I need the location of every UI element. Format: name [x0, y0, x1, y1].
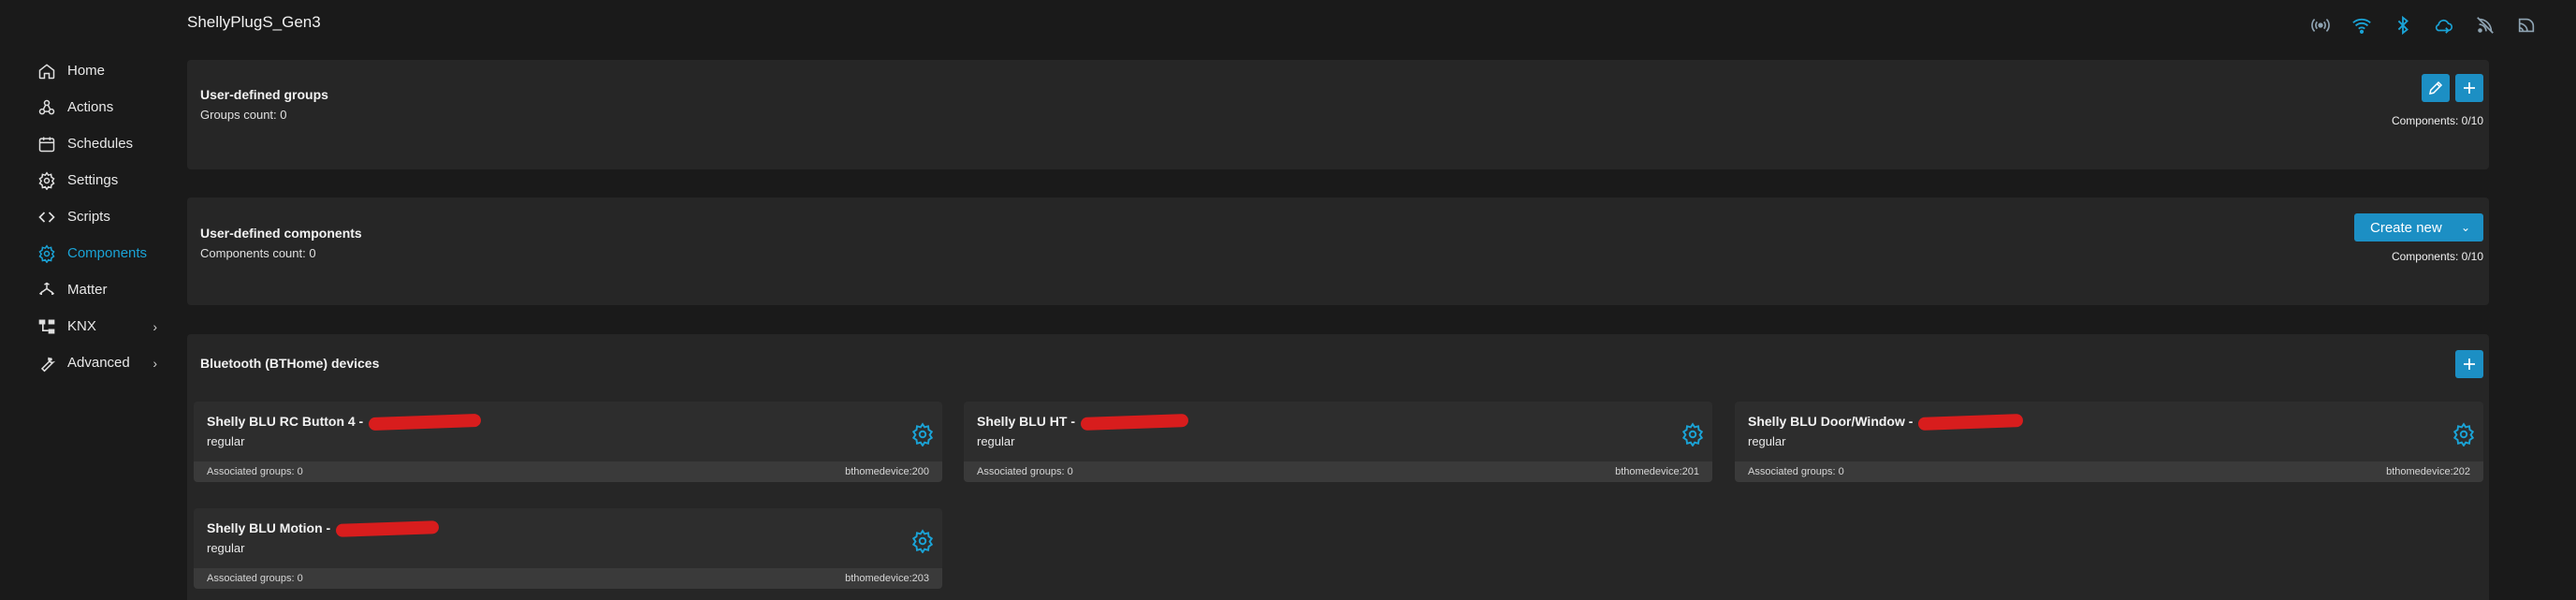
- app-title: ShellyPlugS_Gen3: [187, 13, 321, 31]
- pencil-icon: [2429, 80, 2443, 95]
- plus-icon: [2464, 359, 2475, 370]
- device-card[interactable]: Shelly BLU Door/Window - regular Associa…: [1735, 402, 2483, 482]
- broadcast-icon[interactable]: [2308, 13, 2333, 37]
- chevron-right-icon[interactable]: ›: [153, 319, 157, 334]
- sidebar-item-scripts[interactable]: Scripts: [36, 198, 157, 235]
- gear-icon[interactable]: [910, 529, 935, 553]
- gear-icon[interactable]: [1681, 422, 1705, 446]
- sidebar-item-label: Matter: [67, 282, 108, 298]
- redaction-mark: [336, 520, 440, 538]
- components-icon: [36, 242, 58, 265]
- device-title: Shelly BLU RC Button 4 -: [207, 414, 482, 432]
- device-card[interactable]: Shelly BLU HT - regular Associated group…: [964, 402, 1712, 482]
- sidebar-item-label: Schedules: [67, 136, 134, 152]
- sidebar-item-advanced[interactable]: Advanced ›: [36, 344, 157, 381]
- groups-count: Groups count: 0: [200, 108, 287, 122]
- bluetooth-icon[interactable]: [2391, 13, 2415, 37]
- gear-icon[interactable]: [2452, 422, 2476, 446]
- add-group-button[interactable]: [2455, 74, 2483, 102]
- calendar-icon: [36, 133, 58, 155]
- device-card[interactable]: Shelly BLU Motion - regular Associated g…: [194, 508, 942, 589]
- sidebar-item-schedules[interactable]: Schedules: [36, 125, 157, 162]
- sidebar-item-label: Components: [67, 245, 148, 261]
- device-title: Shelly BLU Door/Window -: [1748, 414, 2024, 432]
- gear-icon: [36, 169, 58, 192]
- sidebar-item-settings[interactable]: Settings: [36, 162, 157, 198]
- create-new-label: Create new: [2370, 219, 2442, 236]
- device-footer: Associated groups: 0 bthomedevice:201: [964, 461, 1712, 482]
- plus-icon: [2464, 82, 2475, 94]
- sidebar-item-label: Settings: [67, 172, 119, 188]
- sidebar-item-matter[interactable]: Matter: [36, 271, 157, 308]
- wrench-icon: [36, 352, 58, 374]
- sidebar-item-label: Actions: [67, 99, 114, 115]
- device-footer: Associated groups: 0 bthomedevice:203: [194, 568, 942, 589]
- associated-groups: Associated groups: 0: [207, 573, 303, 584]
- groups-panel: User-defined groups Groups count: 0 Comp…: [187, 60, 2489, 169]
- device-title: Shelly BLU HT -: [977, 414, 1189, 432]
- wifi-icon[interactable]: [2350, 13, 2374, 37]
- sidebar-item-label: Advanced: [67, 355, 130, 371]
- sidebar-item-label: Home: [67, 63, 106, 79]
- device-id: bthomedevice:203: [845, 573, 929, 584]
- device-type: regular: [207, 541, 245, 555]
- actions-icon: [36, 96, 58, 119]
- groups-components-count: Components: 0/10: [2391, 114, 2483, 127]
- chevron-right-icon[interactable]: ›: [153, 356, 157, 371]
- knx-icon: [36, 315, 58, 338]
- groups-title: User-defined groups: [200, 87, 328, 102]
- sidebar: Home Actions Schedules Settings Scripts …: [36, 52, 157, 381]
- cloud-icon[interactable]: [2432, 13, 2456, 37]
- home-icon: [36, 60, 58, 82]
- redaction-mark: [369, 414, 482, 432]
- components-count: Components count: 0: [200, 246, 316, 260]
- gear-icon[interactable]: [910, 422, 935, 446]
- device-title: Shelly BLU Motion -: [207, 520, 440, 538]
- edit-groups-button[interactable]: [2422, 74, 2450, 102]
- device-type: regular: [1748, 434, 1786, 448]
- sidebar-item-components[interactable]: Components: [36, 235, 157, 271]
- device-card[interactable]: Shelly BLU RC Button 4 - regular Associa…: [194, 402, 942, 482]
- components-title: User-defined components: [200, 226, 362, 241]
- status-bar: [2308, 13, 2539, 37]
- sidebar-item-label: KNX: [67, 318, 96, 334]
- device-type: regular: [207, 434, 245, 448]
- associated-groups: Associated groups: 0: [207, 466, 303, 477]
- mqtt-icon[interactable]: [2514, 13, 2539, 37]
- associated-groups: Associated groups: 0: [1748, 466, 1844, 477]
- rss-icon[interactable]: [2473, 13, 2497, 37]
- device-id: bthomedevice:201: [1615, 466, 1699, 477]
- device-id: bthomedevice:200: [845, 466, 929, 477]
- bthome-title: Bluetooth (BTHome) devices: [200, 356, 380, 371]
- associated-groups: Associated groups: 0: [977, 466, 1073, 477]
- components-components-count: Components: 0/10: [2391, 250, 2483, 263]
- matter-icon: [36, 279, 58, 301]
- sidebar-item-knx[interactable]: KNX ›: [36, 308, 157, 344]
- device-id: bthomedevice:202: [2386, 466, 2470, 477]
- sidebar-item-actions[interactable]: Actions: [36, 89, 157, 125]
- create-new-button[interactable]: Create new ⌄: [2354, 213, 2483, 241]
- device-footer: Associated groups: 0 bthomedevice:200: [194, 461, 942, 482]
- redaction-mark: [1080, 414, 1189, 432]
- device-type: regular: [977, 434, 1015, 448]
- components-panel: User-defined components Components count…: [187, 198, 2489, 305]
- sidebar-item-home[interactable]: Home: [36, 52, 157, 89]
- code-icon: [36, 206, 58, 228]
- redaction-mark: [1918, 414, 2024, 432]
- device-footer: Associated groups: 0 bthomedevice:202: [1735, 461, 2483, 482]
- add-device-button[interactable]: [2455, 350, 2483, 378]
- chevron-down-icon: ⌄: [2460, 221, 2470, 234]
- sidebar-item-label: Scripts: [67, 209, 110, 225]
